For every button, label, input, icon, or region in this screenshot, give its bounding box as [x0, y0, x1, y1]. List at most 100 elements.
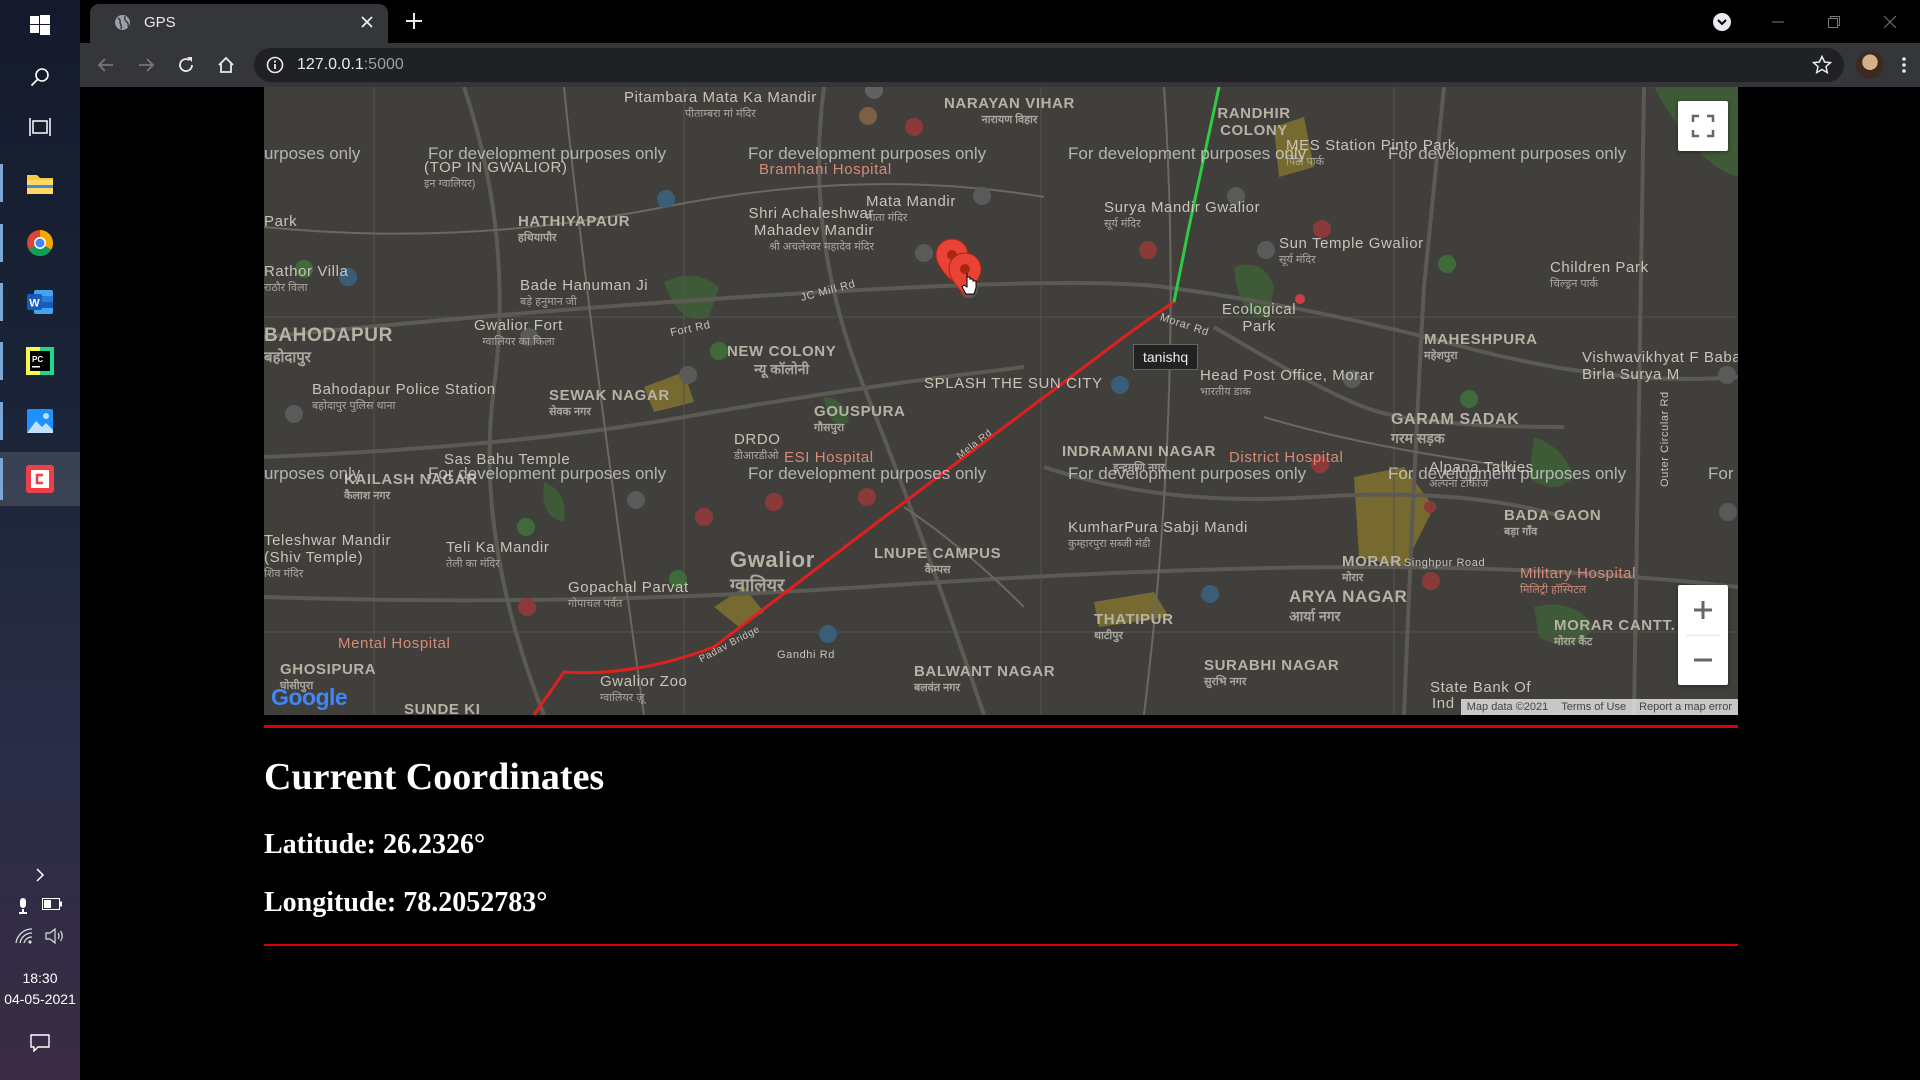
map-label-randhir-colony: RANDHIR COLONY — [1217, 105, 1291, 139]
home-button[interactable] — [210, 49, 242, 81]
photos-button[interactable] — [0, 396, 80, 446]
dev-watermark: For development purposes only — [428, 464, 667, 483]
map-label-gwalior-zoo: Gwalior Zoo ग्वालियर ज़ू — [600, 673, 688, 704]
map-label-kumharpura: KumharPura Sabji Mandi कुम्हारपुरा सब्जी … — [1068, 519, 1248, 550]
zoom-in-button[interactable] — [1678, 585, 1728, 635]
map-label-outer-circular-rd: Outer Circular Rd — [1659, 391, 1671, 487]
fullscreen-button[interactable] — [1678, 101, 1728, 151]
search-button[interactable] — [0, 52, 80, 102]
taskbar-clock[interactable]: 18:30 04-05-2021 — [0, 968, 80, 1010]
minimize-button[interactable] — [1750, 0, 1806, 43]
file-explorer-button[interactable] — [0, 158, 80, 208]
svg-text:W: W — [29, 298, 40, 310]
map-label-military-hospital: Military Hospital मिलिट्री हॉस्पिटल — [1520, 565, 1637, 596]
url-text: 127.0.0.1:5000 — [297, 56, 404, 74]
chrome-icon — [27, 230, 54, 257]
profile-avatar[interactable] — [1856, 51, 1884, 79]
close-window-button[interactable] — [1862, 0, 1918, 43]
map-label-singhpur-rd: Singhpur Road — [1404, 557, 1486, 569]
dev-watermark: For development purposes only — [748, 464, 987, 483]
tab-gps[interactable]: GPS — [90, 4, 388, 43]
address-bar[interactable]: 127.0.0.1:5000 — [254, 48, 1844, 82]
coordinates-heading: Current Coordinates — [264, 756, 605, 798]
map-label-bada-gaon: BADA GAON बड़ा गाँव — [1504, 507, 1602, 538]
microphone-icon[interactable] — [18, 898, 28, 914]
notification-icon — [30, 1034, 50, 1052]
info-icon[interactable] — [266, 56, 284, 74]
start-button[interactable] — [0, 0, 80, 50]
browser-menu-button[interactable] — [1892, 49, 1916, 81]
google-logo[interactable]: Google — [271, 684, 348, 711]
map-label-pitambara: Pitambara Mata Ka Mandir पीताम्बरा मां मं… — [624, 89, 817, 120]
tab-title: GPS — [144, 14, 176, 31]
map-label-maheshpura: MAHESHPURA महेशपुरा — [1424, 331, 1538, 362]
url-port: :5000 — [363, 56, 404, 73]
google-logo-text: Google — [271, 684, 348, 710]
map-label-bahodapur-police: Bahodapur Police Station बहोदापुर पुलिस थ… — [312, 381, 496, 412]
task-view-icon — [29, 118, 51, 136]
clion-button[interactable] — [0, 452, 80, 506]
section-divider-bottom — [264, 944, 1738, 946]
section-divider-top — [264, 725, 1738, 728]
page-viewport: Pitambara Mata Ka Mandir पीताम्बरा मां मं… — [80, 87, 1920, 1080]
map-label-morar-cantt: MORAR CANTT. मोरार कैंट — [1554, 617, 1676, 648]
battery-icon[interactable] — [42, 898, 62, 910]
map-label-teleshwar: Teleshwar Mandir (Shiv Temple) शिव मंदिर — [264, 532, 392, 580]
map-label-head-post-office: Head Post Office, Morar भारतीय डाक — [1200, 367, 1375, 398]
map-label-rathor-villa: Rathor Villa राठौर विला — [264, 263, 349, 294]
dev-watermark: For development purposes only — [1388, 144, 1627, 163]
show-hidden-icons-button[interactable] — [0, 868, 80, 882]
close-tab-icon[interactable] — [356, 11, 378, 33]
pycharm-button[interactable]: PC — [0, 336, 80, 386]
map-label-shri-achaleshwar: Shri Achaleshwar Mahadev Mandir श्री अचले… — [748, 205, 875, 253]
map-label-sun-temple: Sun Temple Gwalior सूर्य मंदिर — [1279, 235, 1424, 266]
map-label-drdo: DRDO डीआरडीओ — [734, 431, 781, 462]
browser-toolbar: 127.0.0.1:5000 — [80, 43, 1920, 87]
map-label-state-bank: State Bank Of — [1430, 679, 1532, 696]
speaker-icon[interactable] — [45, 928, 65, 944]
browser-titlebar: GPS — [80, 0, 1920, 43]
action-center-button[interactable] — [0, 1034, 80, 1052]
map-label-narayan-vihar: NARAYAN VIHAR नारायण विहार — [944, 95, 1075, 126]
home-icon — [218, 56, 234, 73]
wifi-icon[interactable] — [15, 928, 33, 944]
forward-button[interactable] — [130, 49, 162, 81]
map-label-garam-sadak: GARAM SADAK गरम सड़क — [1391, 411, 1520, 446]
map-label-balwant-nagar: BALWANT NAGAR बलवंत नगर — [914, 663, 1056, 694]
map-label-mental-hospital: Mental Hospital — [338, 635, 451, 652]
zoom-out-button[interactable] — [1678, 635, 1728, 685]
svg-text:PC: PC — [32, 355, 43, 364]
google-map[interactable]: Pitambara Mata Ka Mandir पीताम्बरा मां मं… — [264, 87, 1738, 715]
back-button[interactable] — [90, 49, 122, 81]
map-label-surabhi-nagar: SURABHI NAGAR सुरभि नगर — [1204, 657, 1340, 688]
word-button[interactable]: W — [0, 277, 80, 327]
reload-icon — [179, 57, 193, 72]
clock-time: 18:30 — [22, 970, 58, 986]
more-vertical-icon — [1902, 57, 1906, 73]
new-tab-icon[interactable] — [402, 9, 426, 33]
reload-button[interactable] — [170, 49, 202, 81]
terms-of-use-link[interactable]: Terms of Use — [1554, 699, 1632, 715]
tray-row-2 — [0, 928, 80, 944]
dev-watermark: For development purposes only — [1068, 464, 1307, 483]
report-map-error-link[interactable]: Report a map error — [1632, 699, 1738, 715]
bookmark-star-icon[interactable] — [1812, 55, 1832, 75]
map-label-gwalior: Gwalior ग्वालियर — [730, 547, 815, 595]
dev-watermark: For development purposes only — [1388, 464, 1627, 483]
map-label-sewak-nagar: SEWAK NAGAR सेवक नगर — [549, 387, 670, 418]
minimize-icon — [1772, 21, 1784, 22]
chrome-button[interactable] — [0, 218, 80, 268]
clion-icon — [26, 465, 54, 493]
arrow-left-icon — [97, 58, 113, 72]
latitude-text: Latitude: 26.2326° — [264, 829, 486, 860]
dev-watermark: For development purposes only — [428, 144, 667, 163]
restore-button[interactable] — [1806, 0, 1862, 43]
map-data-credit: Map data ©2021 — [1466, 701, 1549, 713]
dev-watermark: urposes only — [264, 144, 361, 163]
task-view-button[interactable] — [0, 102, 80, 152]
map-label-hathiyapaur: HATHIYAPAUR हथियापौर — [518, 213, 631, 244]
search-icon — [30, 68, 49, 87]
tab-search-icon[interactable] — [1712, 12, 1732, 32]
map-label-gouspura: GOUSPURA गौसपुरा — [814, 403, 906, 434]
map-attribution: Map data ©2021 Terms of Use Report a map… — [1460, 699, 1738, 715]
